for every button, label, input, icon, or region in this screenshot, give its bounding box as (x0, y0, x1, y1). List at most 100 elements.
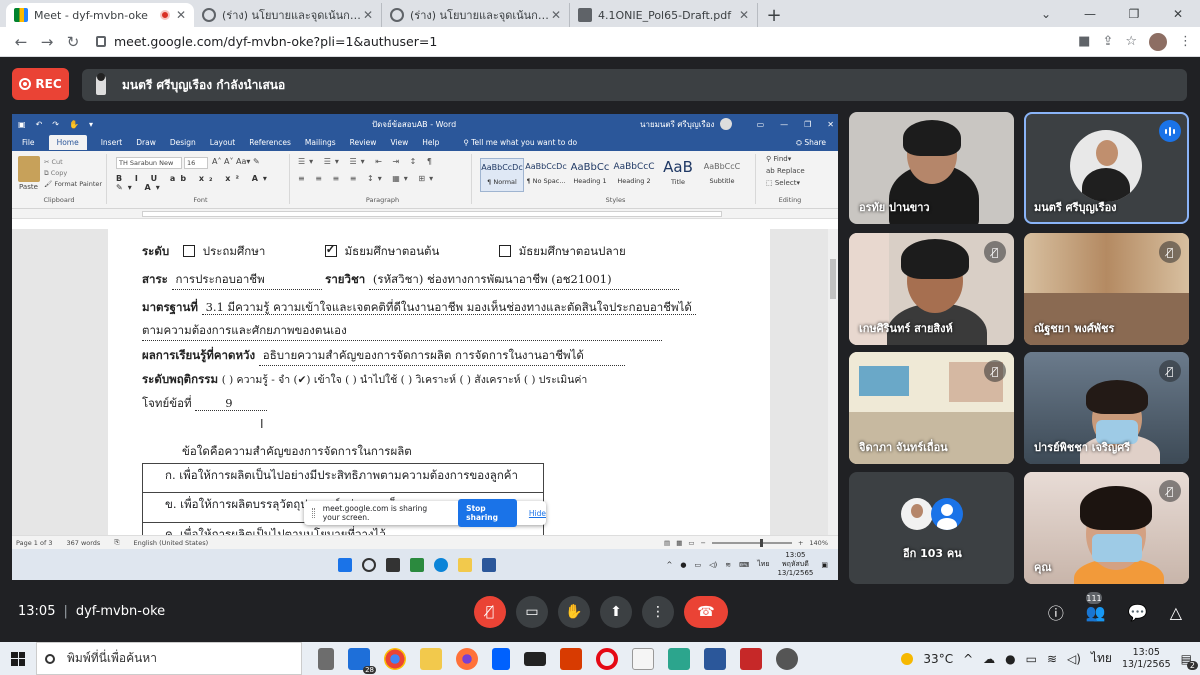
wifi-icon[interactable]: ≋ (725, 561, 731, 569)
raise-hand-button[interactable]: ✋ (558, 596, 590, 628)
level-checkbox-primary[interactable] (182, 245, 195, 257)
page-count[interactable]: Page 1 of 3 (16, 539, 52, 547)
activities-icon[interactable]: △ (1170, 603, 1182, 622)
ribbon-tab-view[interactable]: View (390, 138, 408, 147)
search-icon[interactable] (362, 557, 376, 572)
zoom-level[interactable]: 140% (809, 539, 828, 547)
style-heading-1[interactable]: AaBbCc Heading 1 (568, 158, 612, 192)
style-no-spacing[interactable]: AaBbCcDc ¶ No Spac... (524, 158, 568, 192)
style-normal[interactable]: AaBbCcDc ¶ Normal (480, 158, 524, 192)
close-tab-icon[interactable]: ✕ (176, 8, 186, 22)
tray-app-icon[interactable]: ▭ (694, 561, 701, 569)
word-user-avatar[interactable] (720, 118, 733, 130)
stop-sharing-button[interactable]: Stop sharing (458, 499, 517, 527)
recording-button[interactable]: REC (12, 68, 69, 100)
cloud-icon[interactable]: ☁ (983, 652, 995, 666)
participant-tile-speaking[interactable]: มนตรี ศรีบุญเรือง (1024, 112, 1189, 224)
ribbon-tab-review[interactable]: Review (350, 138, 377, 147)
level-checkbox-lower-secondary[interactable] (324, 242, 337, 257)
word-app-icon[interactable] (704, 647, 726, 670)
start-button[interactable] (0, 651, 36, 666)
undo-icon[interactable]: ↶ (36, 120, 43, 129)
file-explorer-icon[interactable] (420, 647, 442, 670)
mail-app-icon[interactable]: 28 (348, 647, 376, 674)
zoom-in-icon[interactable]: + (798, 539, 803, 547)
display-icon[interactable]: ▭ (1026, 652, 1037, 666)
leave-call-button[interactable]: ☎ (684, 596, 728, 628)
task-view-icon[interactable] (318, 647, 334, 670)
weather-icon[interactable] (901, 652, 914, 665)
choice-a[interactable]: ก. เพื่อให้การผลิตเป็นไปอย่างมีประสิทธิภ… (142, 463, 544, 493)
close-window-button[interactable]: ✕ (1156, 0, 1200, 27)
level-checkbox-upper-secondary[interactable] (498, 245, 511, 257)
wifi-icon[interactable]: ≋ (1047, 652, 1057, 666)
ribbon-tab-draw[interactable]: Draw (136, 138, 156, 147)
office-icon[interactable] (560, 647, 582, 670)
word-close-button[interactable]: ✕ (827, 120, 834, 129)
participant-tile[interactable]: 🎙̸ เกษศิรินทร์ สายสิงห์ (849, 233, 1014, 345)
maximize-button[interactable]: ❐ (1112, 0, 1156, 27)
close-tab-icon[interactable]: ✕ (739, 8, 749, 22)
widgets-icon[interactable] (410, 557, 424, 572)
redo-icon[interactable]: ↷ (52, 120, 59, 129)
tray-chevron-icon[interactable]: ^ (667, 561, 673, 569)
ribbon-tab-layout[interactable]: Layout (210, 138, 236, 147)
align-buttons[interactable]: ≡ ≡ ≡ ≡ ↕▾ ▦▾ ⊞▾ (298, 174, 437, 183)
amazon-icon[interactable] (524, 651, 546, 666)
chat-icon[interactable]: 💬 (1128, 603, 1148, 622)
tab-search-icon[interactable]: ⌄ (1024, 0, 1068, 27)
select-button[interactable]: ⬚ Select▾ (766, 179, 800, 187)
browser-menu-icon[interactable]: ⋮ (1179, 34, 1192, 49)
tell-me-search[interactable]: ⚲ Tell me what you want to do (463, 138, 577, 147)
more-options-button[interactable]: ⋮ (642, 596, 674, 628)
close-tab-icon[interactable]: ✕ (363, 8, 373, 22)
ribbon-display-icon[interactable]: ▭ (757, 120, 765, 129)
meet-pwa-icon[interactable] (668, 647, 690, 670)
notification-icon[interactable]: ▣ (821, 561, 828, 569)
word-app-icon[interactable] (482, 557, 496, 572)
taskbar-clock[interactable]: 13:05 13/1/2565 (1122, 647, 1171, 671)
ribbon-tab-design[interactable]: Design (170, 138, 196, 147)
new-tab-button[interactable]: + (762, 3, 786, 27)
ribbon-tab-mailings[interactable]: Mailings (305, 138, 336, 147)
mic-icon[interactable]: ● (680, 561, 686, 569)
vector-app-icon[interactable] (740, 647, 762, 670)
font-name-select[interactable]: TH Sarabun New (116, 157, 182, 169)
chrome-icon[interactable] (384, 647, 406, 670)
font-size-select[interactable]: 16 (184, 157, 208, 169)
share-icon[interactable]: ⇪ (1102, 34, 1113, 49)
save-icon[interactable]: ▣ (18, 120, 26, 129)
style-subtitle[interactable]: AaBbCcC Subtitle (700, 158, 744, 192)
present-screen-button[interactable]: ⬆ (600, 596, 632, 628)
style-heading-2[interactable]: AaBbCcC Heading 2 (612, 158, 656, 192)
self-tile[interactable]: 🎙̸ คุณ (1024, 472, 1189, 584)
read-mode-icon[interactable]: ▤ (664, 539, 670, 547)
browser-tab-policy-1[interactable]: (ร่าง) นโยบายและจุดเน้นการดำเนินงาน ✕ (194, 3, 382, 27)
drag-handle-icon[interactable] (312, 508, 315, 518)
input-lang[interactable]: ไทย (1091, 649, 1112, 668)
word-share-button[interactable]: ⛭ Share (796, 138, 826, 148)
reload-button[interactable]: ↻ (60, 33, 86, 51)
browser-tab-pdf[interactable]: 4.1ONIE_Pol65-Draft.pdf ✕ (570, 3, 758, 27)
find-button[interactable]: ⚲ Find▾ (766, 155, 791, 163)
tray-chevron-icon[interactable]: ^ (963, 652, 973, 666)
minimize-button[interactable]: — (1068, 0, 1112, 27)
format-painter-button[interactable]: 🖌 Format Painter (44, 180, 102, 188)
profile-avatar[interactable] (1149, 32, 1167, 51)
document-page[interactable]: ระดับ ประถมศึกษา มัธยมศึกษาตอนต้น มัธยมศ… (108, 229, 770, 535)
mic-icon[interactable]: ● (1005, 652, 1015, 666)
participant-tile[interactable]: 🎙̸ จิดาภา จันทร์เถื่อน (849, 352, 1014, 464)
edge-icon[interactable] (434, 557, 448, 572)
participant-tile[interactable]: อรทัย ปานขาว (849, 112, 1014, 224)
word-minimize-button[interactable]: — (780, 120, 788, 129)
print-layout-icon[interactable]: ▦ (676, 539, 682, 547)
list-buttons[interactable]: ☰▾ ☰▾ ☰▾ ⇤ ⇥ ↕ ¶ (298, 157, 436, 166)
dropbox-icon[interactable] (492, 647, 510, 670)
close-tab-icon[interactable]: ✕ (551, 8, 561, 22)
browser-tab-policy-2[interactable]: (ร่าง) นโยบายและจุดเน้นการดำเนินงาน ✕ (382, 3, 570, 27)
back-button[interactable]: ← (8, 33, 34, 51)
url-input[interactable]: meet.google.com/dyf-mvbn-oke?pli=1&authu… (86, 30, 1078, 54)
paste-icon[interactable] (18, 156, 40, 182)
meeting-details-icon[interactable]: ⓘ (1048, 600, 1064, 624)
participant-tile[interactable]: 🎙̸ ปารย์พิชชา เจริญศรี (1024, 352, 1189, 464)
